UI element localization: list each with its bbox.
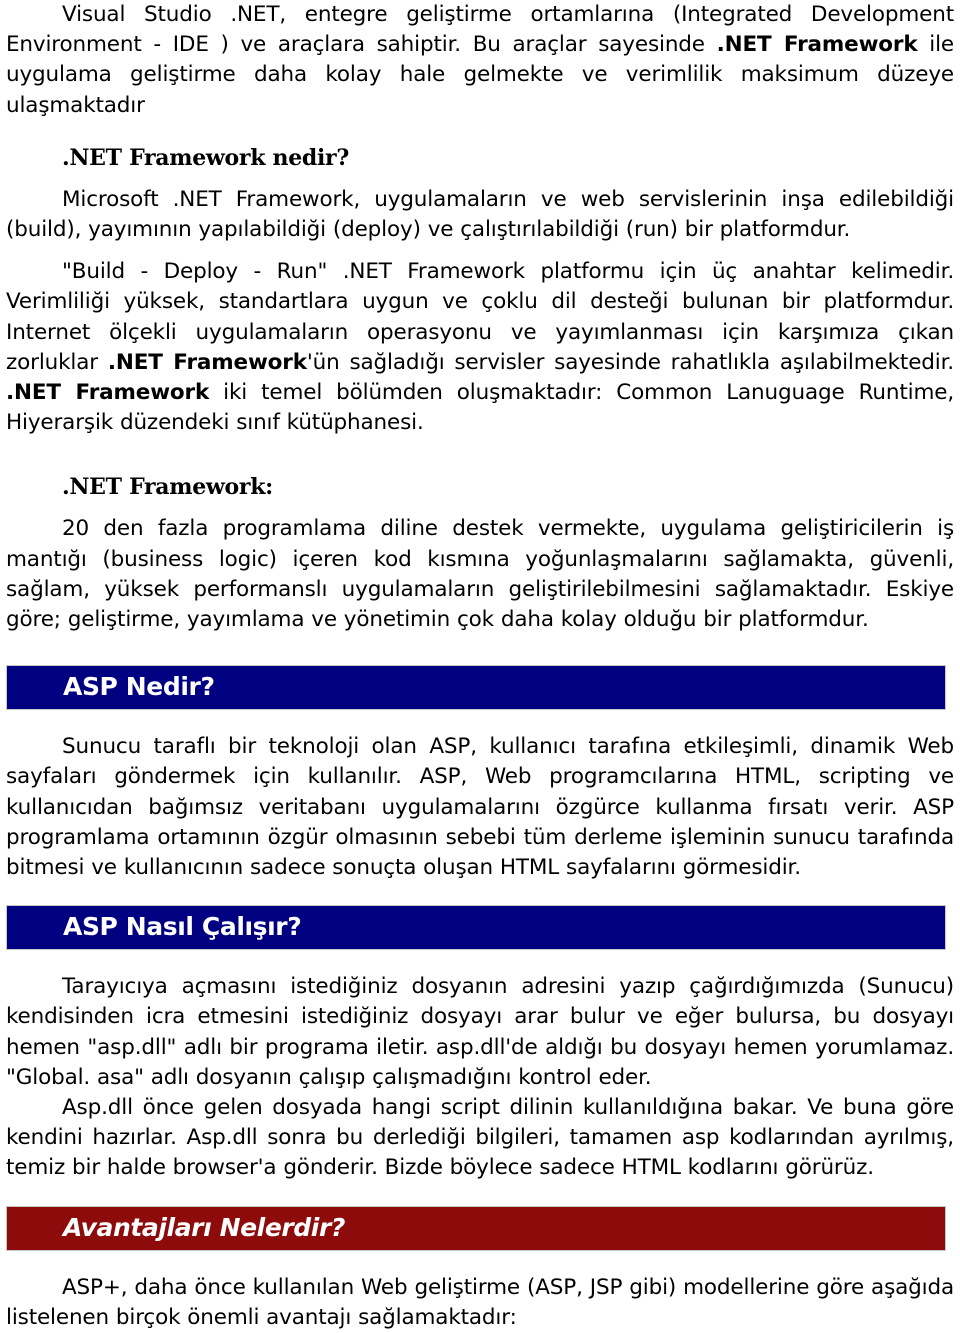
banner-asp-nasil-calisir: ASP Nasıl Çalışır?: [6, 905, 946, 951]
avantajlari-paragraph: ASP+, daha önce kullanılan Web geliştirm…: [6, 1274, 954, 1330]
heading-framework-nedir: .NET Framework nedir?: [62, 144, 349, 171]
fw-p2-bold-2: .NET Framework: [6, 380, 210, 406]
banner-avantajlari-nelerdir: Avantajları Nelerdir?: [6, 1205, 946, 1251]
framework-nedir-paragraph-1: Microsoft .NET Framework, uygulamaların …: [6, 186, 954, 243]
intro-bold-term: .NET Framework: [716, 32, 918, 58]
asp-nasil-calisir-paragraph-2: Asp.dll önce gelen dosyada hangi script …: [6, 1095, 954, 1181]
framework-detay-paragraph: 20 den fazla programlama diline destek v…: [6, 516, 954, 633]
framework-nedir-paragraph-2: "Build - Deploy - Run" .NET Framework pl…: [0, 257, 960, 438]
heading-framework-detay: .NET Framework:: [62, 474, 273, 501]
intro-paragraph: Visual Studio .NET, entegre geliştirme o…: [0, 0, 960, 121]
fw-p2-bold-1: .NET Framework: [107, 349, 307, 375]
asp-nasil-calisir-paragraph-1: Tarayıcıya açmasını istediğiniz dosyanın…: [6, 974, 954, 1090]
document-page: Visual Studio .NET, entegre geliştirme o…: [0, 0, 960, 1330]
fw-p2-segment-2: 'ün sağladığı servisler sayesinde rahatl…: [306, 349, 954, 375]
asp-nedir-paragraph: Sunucu taraflı bir teknoloji olan ASP, k…: [6, 734, 954, 881]
banner-asp-nedir: ASP Nedir?: [6, 665, 946, 711]
